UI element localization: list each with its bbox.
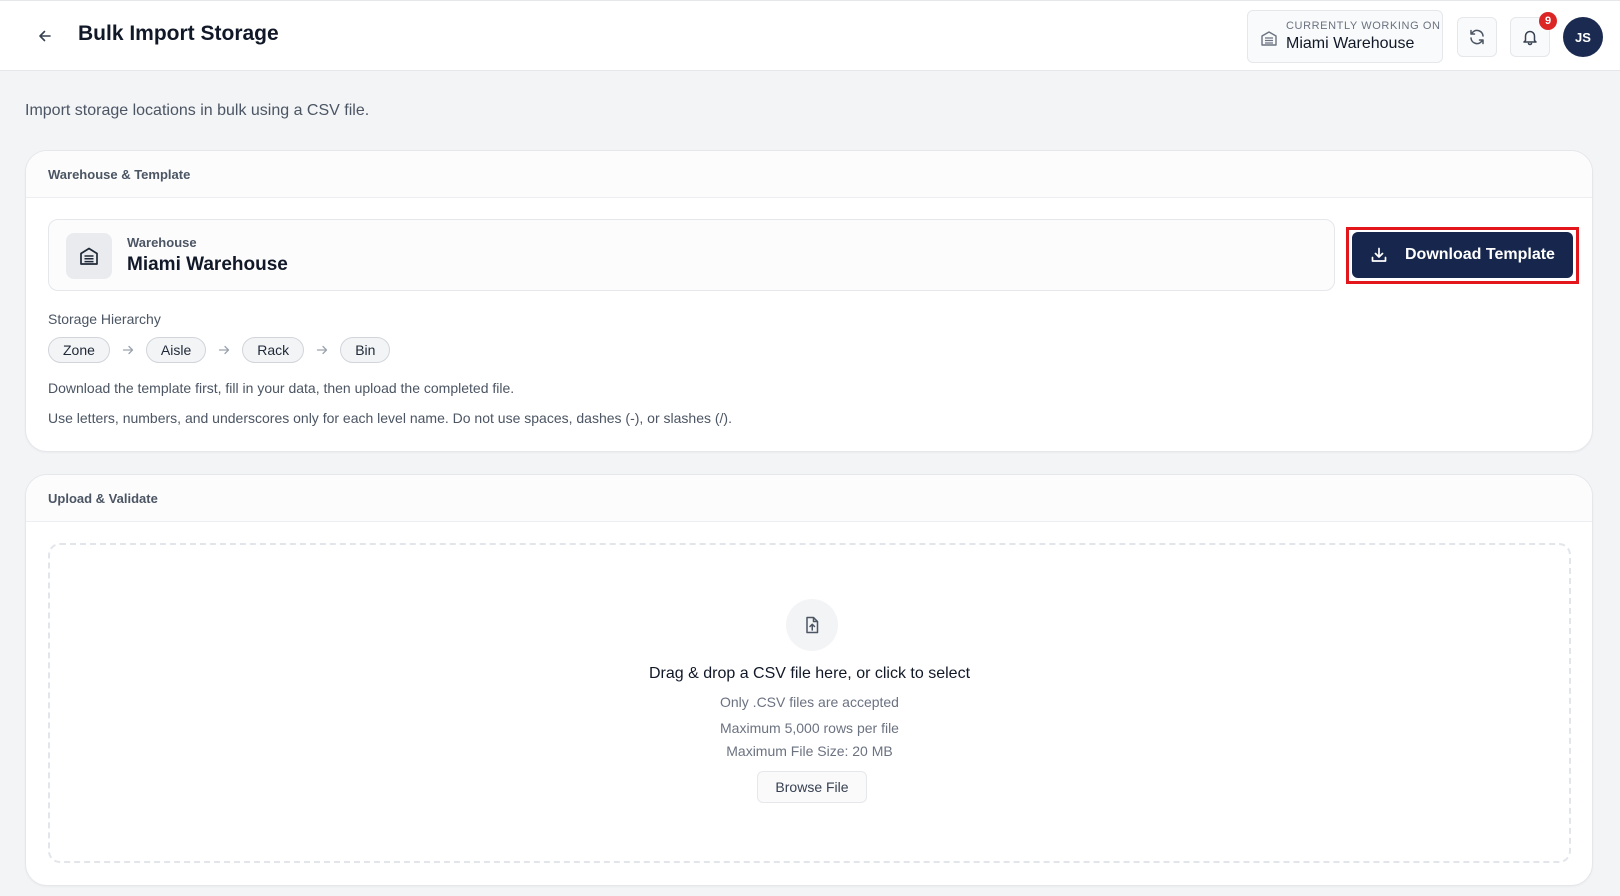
dropzone-title: Drag & drop a CSV file here, or click to… (648, 665, 971, 682)
warehouse-icon (66, 233, 112, 279)
card-title: Warehouse & Template (26, 151, 1592, 198)
warehouse-template-card: Warehouse & Template Warehouse Miami War… (25, 150, 1593, 452)
notification-badge: 9 (1539, 12, 1557, 30)
card-title: Upload & Validate (26, 475, 1592, 522)
refresh-button[interactable] (1457, 17, 1497, 57)
download-template-label: Download Template (1405, 246, 1555, 263)
page-title: Bulk Import Storage (78, 22, 279, 45)
user-avatar[interactable]: JS (1563, 17, 1603, 57)
hierarchy-chips: Zone Aisle Rack Bin (48, 337, 391, 363)
page-subtitle: Import storage locations in bulk using a… (25, 102, 370, 119)
warehouse-label: Warehouse (127, 235, 197, 250)
browse-file-button[interactable]: Browse File (757, 771, 867, 803)
hierarchy-chip-zone: Zone (48, 337, 110, 363)
working-on-value: Miami Warehouse (1286, 35, 1415, 52)
back-button[interactable] (32, 23, 58, 49)
warehouse-info: Warehouse Miami Warehouse (48, 219, 1335, 291)
arrow-right-icon (122, 344, 134, 356)
upload-validate-card: Upload & Validate Drag & drop a CSV file… (25, 474, 1593, 886)
arrow-right-icon (218, 344, 230, 356)
storage-hierarchy-label: Storage Hierarchy (48, 311, 161, 327)
bell-icon (1523, 30, 1537, 46)
warehouse-icon (1260, 29, 1278, 52)
instruction-text: Download the template first, fill in you… (48, 380, 515, 396)
accepted-format-text: Only .CSV files are accepted (720, 694, 899, 710)
hierarchy-chip-bin: Bin (340, 337, 391, 363)
warehouse-value: Miami Warehouse (127, 254, 288, 275)
download-icon (1371, 247, 1387, 262)
naming-rule-text: Use letters, numbers, and underscores on… (48, 410, 732, 426)
max-size-text: Maximum File Size: 20 MB (726, 743, 893, 759)
download-template-button[interactable]: Download Template (1352, 232, 1573, 278)
file-dropzone[interactable]: Drag & drop a CSV file here, or click to… (48, 543, 1571, 863)
notifications-button[interactable]: 9 (1510, 12, 1557, 57)
refresh-icon (1470, 29, 1484, 45)
current-warehouse-selector[interactable]: CURRENTLY WORKING ON Miami Warehouse (1247, 10, 1443, 63)
working-on-label: CURRENTLY WORKING ON (1286, 20, 1441, 32)
arrow-right-icon (316, 344, 328, 356)
arrow-left-icon (39, 30, 51, 42)
hierarchy-chip-rack: Rack (242, 337, 305, 363)
hierarchy-chip-aisle: Aisle (145, 337, 207, 363)
max-rows-text: Maximum 5,000 rows per file (720, 720, 899, 736)
file-upload-icon (786, 599, 838, 651)
top-bar: Bulk Import Storage CURRENTLY WORKING ON… (0, 0, 1620, 71)
